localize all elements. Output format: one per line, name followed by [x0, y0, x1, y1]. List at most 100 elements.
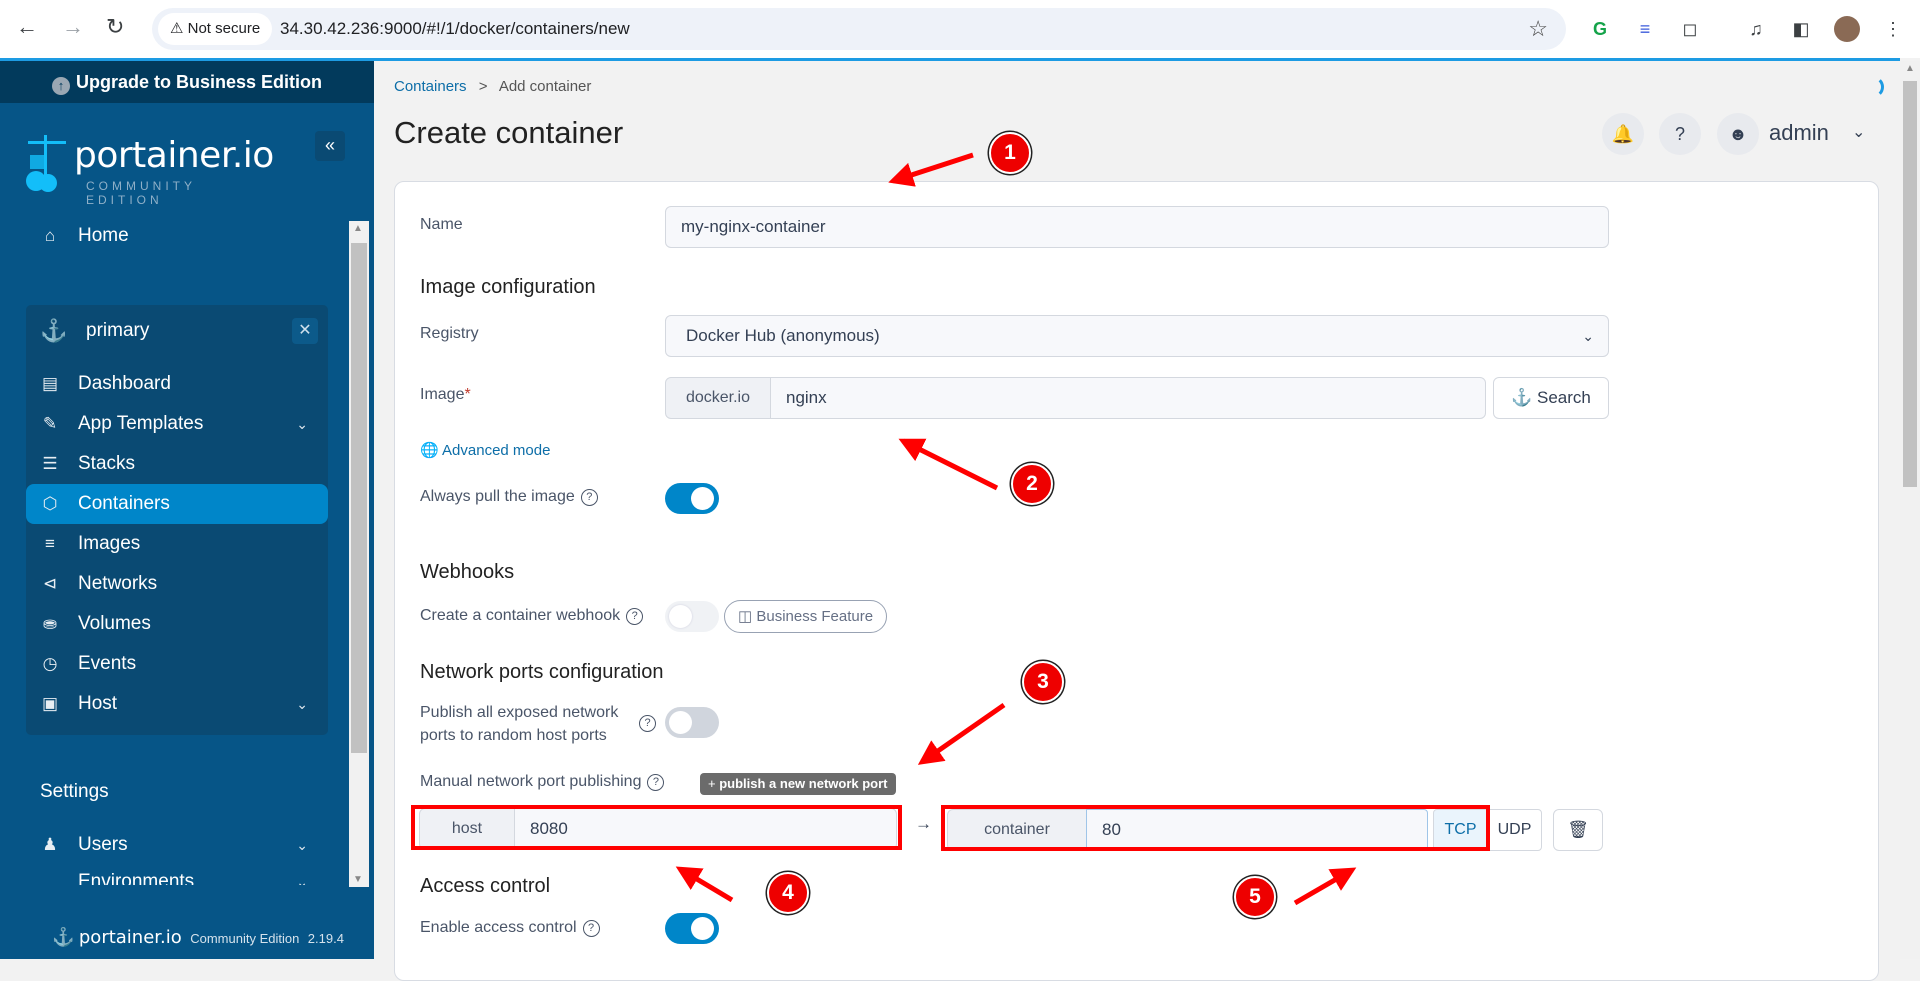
scroll-up-arrow[interactable]: ▲: [1905, 63, 1915, 74]
layers-icon: ☰: [42, 454, 58, 473]
side-panel-icon[interactable]: ◧: [1788, 16, 1814, 42]
portainer-logo[interactable]: portainer.io COMMUNITY EDITION: [24, 133, 274, 207]
database-icon: ⛂: [42, 614, 58, 633]
reload-icon[interactable]: ↻: [106, 14, 124, 40]
help-icon[interactable]: ?: [582, 920, 600, 937]
access-control-heading: Access control: [420, 875, 551, 897]
url-text[interactable]: 34.30.42.236:9000/#!/1/docker/containers…: [280, 8, 630, 50]
protocol-udp-button[interactable]: UDP: [1487, 809, 1542, 851]
crane-logo-icon: [26, 135, 66, 192]
close-environment-button[interactable]: ✕: [292, 318, 318, 344]
chevron-down-icon[interactable]: ⌄: [296, 865, 308, 885]
list-icon: ≡: [45, 534, 55, 553]
dashboard-icon: ▤: [41, 374, 59, 393]
user-name[interactable]: admin: [1769, 120, 1829, 146]
sidebar-item-host[interactable]: ▣ Host ⌄: [26, 684, 328, 724]
sidebar-item-images[interactable]: ≡ Images: [26, 524, 328, 564]
sidebar-item-networks[interactable]: ⊲ Networks: [26, 564, 328, 604]
share-icon: ⊲: [42, 574, 58, 593]
page-title: Create container: [394, 115, 624, 150]
sidebar-item-users[interactable]: ♟ Users ⌄: [26, 825, 328, 865]
sidebar-footer: ⚓ portainer.io Community Edition 2.19.4: [52, 927, 344, 948]
registry-select[interactable]: Docker Hub (anonymous) ⌄: [665, 315, 1609, 357]
sidebar-item-containers[interactable]: ⬡ Containers: [26, 484, 328, 524]
security-chip[interactable]: ⚠ Not secure: [158, 13, 273, 45]
menu-kebab-icon[interactable]: ⋮: [1880, 16, 1906, 42]
always-pull-toggle[interactable]: [665, 483, 719, 514]
sidebar-item-environments[interactable]: ⏝ Environments ⌄: [26, 865, 328, 885]
profile-avatar[interactable]: [1834, 16, 1860, 42]
loading-spinner: [1862, 76, 1884, 98]
breadcrumb-current: Add container: [498, 78, 592, 95]
sidebar-item-app-templates[interactable]: ✎ App Templates ⌄: [26, 404, 328, 444]
search-image-button[interactable]: ⚓ Search: [1493, 377, 1609, 419]
arrow-right-icon: →: [915, 814, 932, 833]
scroll-up-arrow[interactable]: ▲: [353, 223, 363, 234]
extensions-puzzle-icon[interactable]: ◻: [1677, 16, 1703, 42]
environment-header[interactable]: ⚓ primary ✕: [26, 306, 328, 356]
edit-icon: ✎: [42, 414, 58, 433]
scroll-down-arrow[interactable]: ▼: [353, 874, 363, 885]
docker-whale-icon: ⚓: [40, 318, 68, 343]
chevron-down-icon[interactable]: ⌄: [1852, 122, 1865, 142]
annotation-badge-5: 5: [1234, 876, 1276, 918]
image-config-heading: Image configuration: [420, 276, 596, 298]
chevron-down-icon[interactable]: ⌄: [296, 684, 308, 724]
webhook-toggle[interactable]: [665, 601, 719, 632]
bookmark-star-icon[interactable]: ☆: [1528, 16, 1548, 42]
chevron-down-icon: ⌄: [1582, 328, 1594, 344]
name-input[interactable]: my-nginx-container: [665, 206, 1609, 248]
access-control-toggle[interactable]: [665, 913, 719, 944]
help-icon[interactable]: ?: [626, 608, 644, 625]
image-input[interactable]: nginx: [770, 377, 1486, 419]
crane-logo-icon: ⚓: [52, 927, 75, 947]
chevron-down-icon[interactable]: ⌄: [296, 404, 308, 444]
publish-all-toggle[interactable]: [665, 707, 719, 738]
always-pull-label: Always pull the image?: [420, 488, 598, 506]
name-label: Name: [420, 216, 463, 233]
briefcase-icon: ◫: [738, 608, 753, 625]
annotation-badge-1: 1: [989, 132, 1031, 174]
breadcrumb-containers-link[interactable]: Containers: [394, 78, 467, 95]
upgrade-banner[interactable]: ↑ Upgrade to Business Edition: [0, 61, 374, 103]
sidebar-item-home[interactable]: ⌂ Home: [26, 216, 328, 256]
remove-port-button[interactable]: 🗑: [1553, 809, 1603, 851]
collapse-sidebar-button[interactable]: «: [315, 131, 345, 161]
help-circle-icon: ?: [1674, 124, 1685, 144]
media-icon[interactable]: ♫: [1743, 16, 1769, 42]
grammarly-icon[interactable]: G: [1587, 16, 1613, 42]
publish-all-label: Publish all exposed network ports to ran…: [420, 704, 619, 744]
arrow-up-circle-icon: ↑: [51, 77, 70, 95]
forward-icon[interactable]: →: [62, 14, 84, 40]
sidebar-scroll-thumb[interactable]: [351, 243, 367, 753]
sidebar-item-events[interactable]: ◷ Events: [26, 644, 328, 684]
advanced-mode-link[interactable]: 🌐 Advanced mode: [420, 441, 550, 459]
sidebar-item-volumes[interactable]: ⛂ Volumes: [26, 604, 328, 644]
help-icon[interactable]: ?: [647, 774, 665, 791]
address-bar[interactable]: ⚠ Not secure 34.30.42.236:9000/#!/1/dock…: [152, 8, 1566, 50]
annotation-arrow-1: [888, 152, 974, 187]
sidebar-item-dashboard[interactable]: ▤ Dashboard: [26, 364, 328, 404]
user-menu-avatar[interactable]: ☻: [1717, 113, 1759, 155]
annotation-badge-4: 4: [767, 872, 809, 914]
sidebar-scrollbar[interactable]: ▲ ▼: [349, 221, 369, 887]
create-container-form-card: [394, 181, 1879, 981]
help-icon[interactable]: ?: [580, 489, 598, 506]
sidebar-item-stacks[interactable]: ☰ Stacks: [26, 444, 328, 484]
clock-icon: ◷: [42, 654, 58, 673]
help-icon[interactable]: ?: [639, 715, 656, 732]
sidebar: ↑ Upgrade to Business Edition portainer.i…: [0, 61, 374, 959]
page-scrollbar[interactable]: ▲: [1900, 61, 1920, 959]
annotation-badge-3: 3: [1022, 661, 1064, 703]
notifications-button[interactable]: 🔔: [1602, 113, 1644, 155]
user-icon: ☻: [1728, 124, 1748, 144]
chevron-down-icon[interactable]: ⌄: [296, 825, 308, 865]
extension-lines-icon[interactable]: ≡: [1632, 16, 1658, 42]
webhooks-heading: Webhooks: [420, 561, 515, 583]
bell-icon: 🔔: [1611, 124, 1635, 144]
page-scroll-thumb[interactable]: [1903, 81, 1917, 487]
browser-toolbar: ← → ↻ ⚠ Not secure 34.30.42.236:9000/#!/…: [0, 0, 1920, 58]
publish-new-port-button[interactable]: + publish a new network port: [700, 773, 896, 795]
back-icon[interactable]: ←: [16, 14, 38, 40]
help-button[interactable]: ?: [1659, 113, 1701, 155]
